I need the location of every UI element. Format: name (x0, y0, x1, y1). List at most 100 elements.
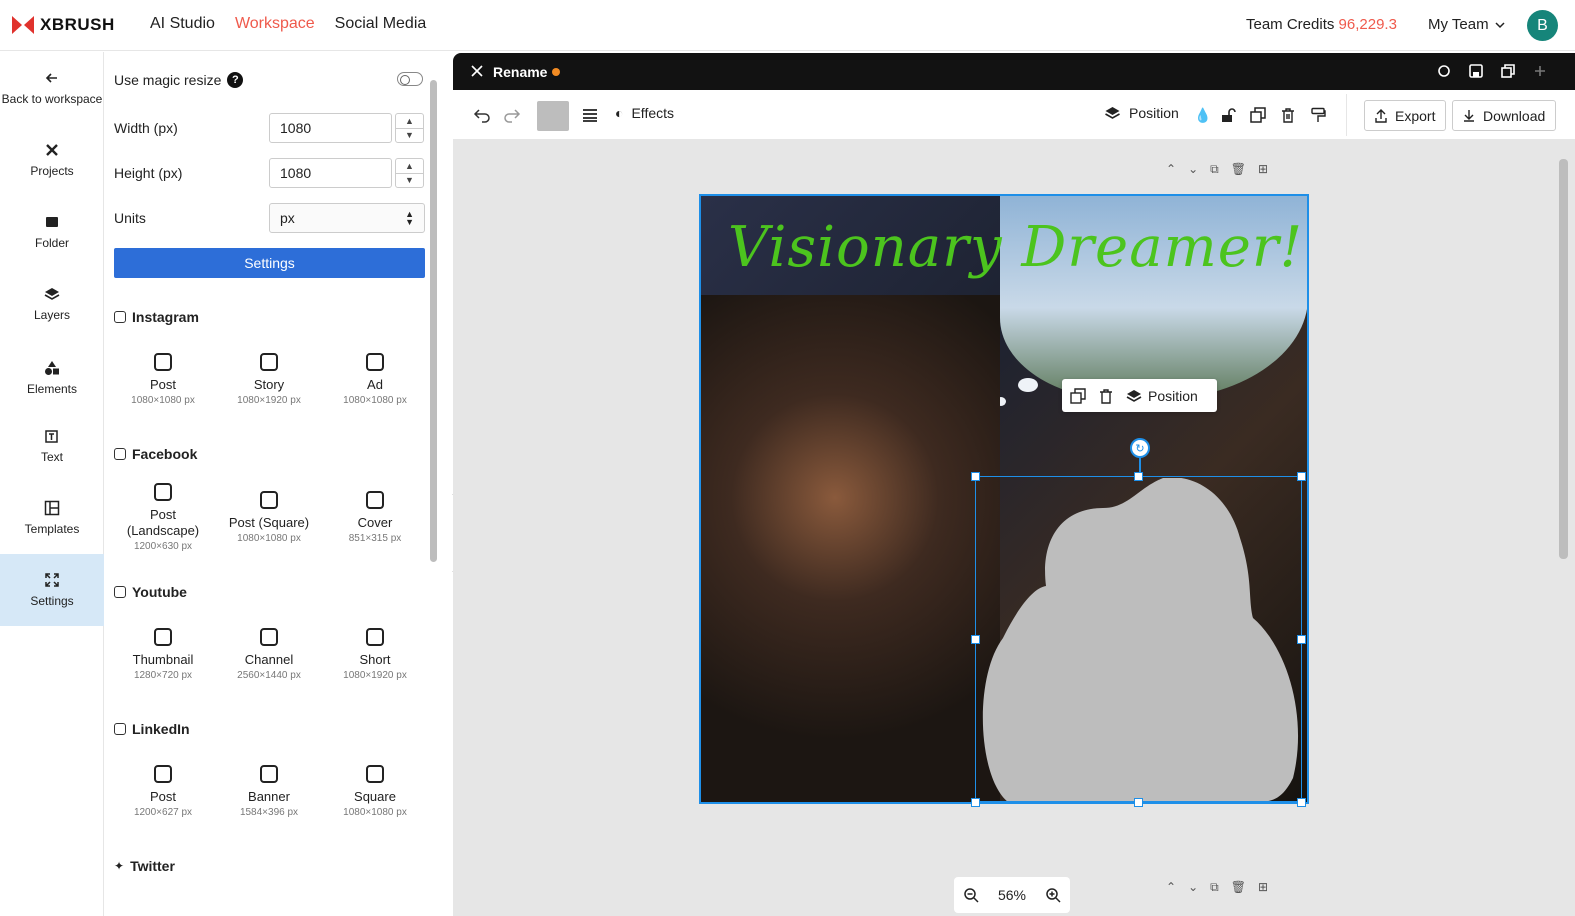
templates-icon (44, 500, 60, 516)
preset-linkedin-banner[interactable]: Banner 1584×396 px (219, 765, 319, 818)
preset-instagram-ad[interactable]: Ad 1080×1080 px (325, 353, 425, 406)
preset-instagram-story[interactable]: Story 1080×1920 px (219, 353, 319, 406)
sidebar-item-elements[interactable]: Elements (0, 342, 104, 414)
team-selector[interactable]: My Team (1428, 16, 1505, 33)
duplicate-icon[interactable] (1250, 107, 1266, 123)
shape-selection-box[interactable] (975, 476, 1302, 802)
preset-size: 1200×630 px (133, 541, 193, 552)
preset-facebook-landscape[interactable]: Post (Landscape) 1200×630 px (113, 483, 213, 552)
preset-youtube-channel[interactable]: Channel 2560×1440 px (219, 628, 319, 681)
format-painter-icon[interactable] (1310, 107, 1326, 123)
resize-handle-sw[interactable] (971, 798, 980, 807)
export-button[interactable]: Export (1364, 100, 1447, 131)
preset-instagram-post[interactable]: Post 1080×1080 px (113, 353, 213, 406)
effects-icon: ◐ (615, 105, 624, 121)
logo[interactable]: XBRUSH (12, 15, 115, 35)
projects-icon (46, 144, 58, 156)
plus-icon[interactable] (1532, 63, 1548, 79)
height-stepper[interactable]: ▲ ▼ (395, 158, 424, 188)
settings-button[interactable]: Settings (114, 248, 425, 278)
resize-handle-nw[interactable] (971, 472, 980, 481)
sidebar-item-layers[interactable]: Layers (0, 268, 104, 340)
chevron-up-icon[interactable]: ⌃ (1166, 880, 1176, 895)
preset-size: 1080×1080 px (343, 395, 407, 406)
preset-name: Post (149, 377, 176, 392)
sidebar-item-folder[interactable]: Folder (0, 196, 104, 268)
delete-page-icon[interactable]: 🗑 (1231, 162, 1246, 177)
undo-icon[interactable] (473, 107, 491, 123)
preset-facebook-square[interactable]: Post (Square) 1080×1080 px (219, 491, 319, 544)
menu-lines-icon[interactable] (582, 108, 598, 122)
panel-scrollbar[interactable] (428, 66, 438, 912)
unlock-icon[interactable] (1220, 107, 1236, 123)
resize-handle-e[interactable] (1297, 635, 1306, 644)
units-select[interactable]: px ▲ ▼ (269, 203, 425, 233)
add-page-icon[interactable]: ⊞ (1258, 162, 1268, 177)
sync-icon[interactable] (1436, 63, 1452, 79)
trash-icon[interactable] (1280, 107, 1296, 123)
chevron-up-icon[interactable]: ▲ (396, 114, 423, 129)
rotate-handle-icon[interactable]: ↻ (1130, 438, 1150, 458)
preset-facebook-cover[interactable]: Cover 851×315 px (325, 491, 425, 544)
duplicate-icon[interactable] (1070, 387, 1086, 404)
opacity-icon[interactable]: 💧 (1194, 107, 1211, 124)
xbrush-logo-icon (12, 16, 34, 34)
duplicate-page-icon[interactable]: ⧉ (1210, 880, 1219, 895)
floating-position-button[interactable]: Position (1126, 388, 1198, 404)
preset-name: Banner (248, 789, 290, 804)
nav-ai-studio[interactable]: AI Studio (150, 15, 215, 33)
sidebar-item-projects[interactable]: Projects (0, 124, 104, 196)
instagram-icon (260, 353, 278, 371)
zoom-out-icon[interactable] (963, 887, 979, 903)
width-input[interactable]: 1080 (269, 113, 392, 143)
redo-icon[interactable] (503, 107, 521, 123)
resize-handle-s[interactable] (1134, 798, 1143, 807)
height-input[interactable]: 1080 (269, 158, 392, 188)
document-title[interactable]: Rename (493, 64, 547, 80)
chevron-down-icon[interactable]: ▼ (396, 129, 423, 143)
position-button[interactable]: Position (1104, 105, 1179, 121)
zoom-in-icon[interactable] (1045, 887, 1061, 903)
fill-color-swatch[interactable] (537, 101, 569, 131)
sidebar-item-templates[interactable]: Templates (0, 482, 104, 554)
chevron-down-icon[interactable]: ⌄ (1188, 880, 1198, 895)
chevron-down-icon[interactable]: ⌄ (1188, 162, 1198, 177)
preset-linkedin-square[interactable]: Square 1080×1080 px (325, 765, 425, 818)
canvas-scrollbar[interactable] (1558, 144, 1568, 912)
resize-handle-n[interactable] (1134, 472, 1143, 481)
scrollbar-thumb[interactable] (1559, 159, 1568, 559)
canvas-area[interactable]: ⌃ ⌄ ⧉ 🗑 ⊞ Visionary Dreamer! Position ↻ … (453, 140, 1575, 916)
sidebar-item-back[interactable]: Back to workspace (0, 52, 104, 124)
avatar[interactable]: B (1527, 10, 1558, 41)
unsaved-indicator (552, 68, 560, 76)
delete-page-icon[interactable]: 🗑 (1231, 880, 1246, 895)
section-linkedin: LinkedIn (114, 721, 190, 737)
preset-linkedin-post[interactable]: Post 1200×627 px (113, 765, 213, 818)
duplicate-page-icon[interactable]: ⧉ (1210, 162, 1219, 177)
scrollbar-thumb[interactable] (430, 80, 437, 562)
preset-youtube-thumbnail[interactable]: Thumbnail 1280×720 px (113, 628, 213, 681)
help-icon[interactable]: ? (227, 72, 244, 88)
download-button[interactable]: Download (1452, 100, 1557, 131)
resize-handle-se[interactable] (1297, 798, 1306, 807)
resize-handle-w[interactable] (971, 635, 980, 644)
sidebar-item-text[interactable]: Text (0, 410, 104, 482)
nav-workspace[interactable]: Workspace (235, 15, 315, 33)
chevron-up-icon[interactable]: ⌃ (1166, 162, 1176, 177)
chevron-up-icon[interactable]: ▲ (396, 159, 423, 174)
preset-size: 1080×1080 px (131, 395, 195, 406)
preset-name: Ad (367, 377, 383, 392)
width-stepper[interactable]: ▲ ▼ (395, 113, 424, 143)
preset-size: 1200×627 px (133, 807, 193, 818)
resize-handle-ne[interactable] (1297, 472, 1306, 481)
save-icon[interactable] (1468, 63, 1484, 79)
preset-youtube-short[interactable]: Short 1080×1920 px (325, 628, 425, 681)
chevron-down-icon[interactable]: ▼ (396, 174, 423, 188)
nav-social-media[interactable]: Social Media (335, 15, 427, 33)
trash-icon[interactable] (1098, 388, 1114, 404)
add-page-icon[interactable]: ⊞ (1258, 880, 1268, 895)
sidebar-item-settings[interactable]: Settings (0, 554, 104, 626)
effects-button[interactable]: ◐ Effects (615, 105, 674, 121)
duplicate-icon[interactable] (1500, 63, 1516, 79)
magic-resize-toggle[interactable] (397, 72, 423, 86)
